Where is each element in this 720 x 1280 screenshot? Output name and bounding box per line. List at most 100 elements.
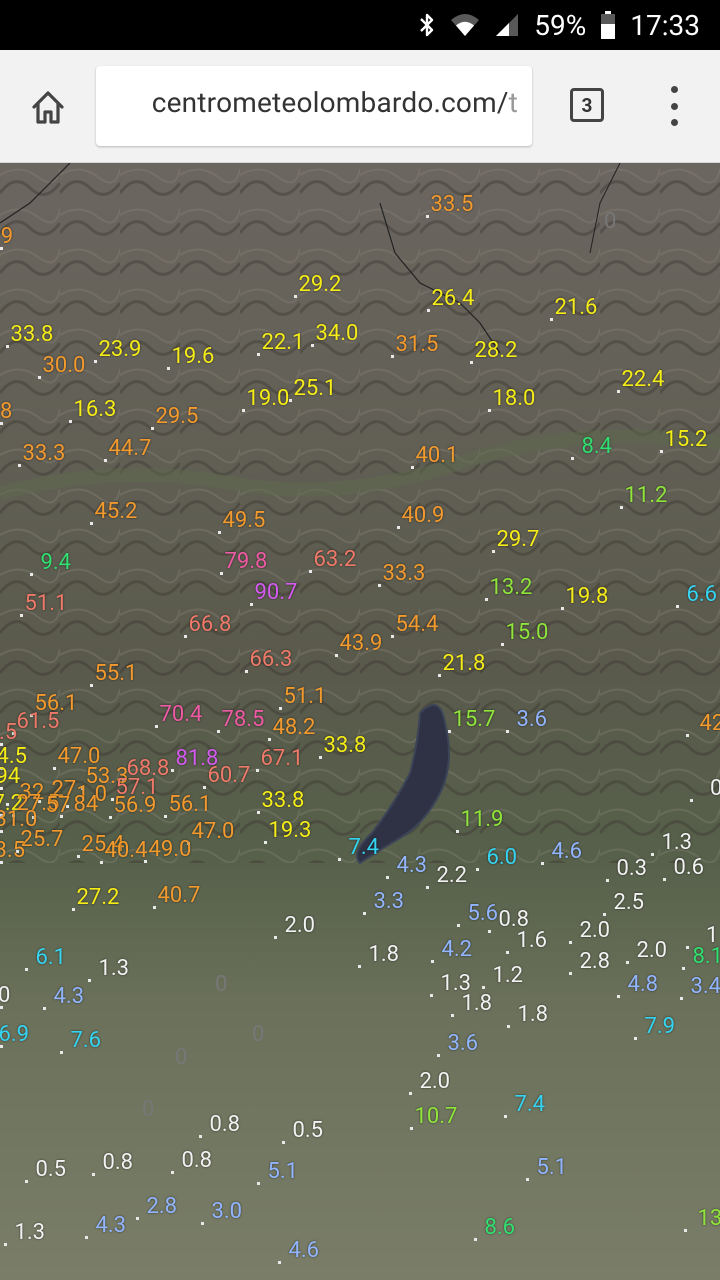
station-value[interactable]: 7.4 bbox=[515, 1094, 546, 1116]
station-marker[interactable] bbox=[294, 295, 297, 298]
station-value[interactable]: 3.4 bbox=[691, 976, 720, 998]
station-marker[interactable] bbox=[153, 906, 156, 909]
station-value[interactable]: 3.5 bbox=[0, 840, 25, 862]
station-marker[interactable] bbox=[279, 707, 282, 710]
station-marker[interactable] bbox=[411, 466, 414, 469]
station-marker[interactable] bbox=[264, 841, 267, 844]
station-marker[interactable] bbox=[6, 345, 9, 348]
station-value[interactable]: 63.2 bbox=[314, 549, 357, 571]
station-value[interactable]: 29.2 bbox=[299, 274, 342, 296]
station-marker[interactable] bbox=[77, 855, 80, 858]
station-value[interactable]: 79.8 bbox=[225, 551, 268, 573]
station-value[interactable]: 4.3 bbox=[54, 986, 85, 1008]
station-value[interactable]: 30.0 bbox=[43, 355, 86, 377]
station-marker[interactable] bbox=[474, 1238, 477, 1241]
station-value[interactable]: 2.8 bbox=[147, 1196, 178, 1218]
station-marker[interactable] bbox=[38, 376, 41, 379]
station-marker[interactable] bbox=[338, 858, 341, 861]
station-marker[interactable] bbox=[651, 853, 654, 856]
station-marker[interactable] bbox=[506, 951, 509, 954]
station-marker[interactable] bbox=[451, 1014, 454, 1017]
station-value[interactable]: 0.8 bbox=[182, 1150, 213, 1172]
station-value[interactable]: 28.2 bbox=[475, 340, 518, 362]
station-value[interactable]: 25.7 bbox=[21, 829, 64, 851]
station-value[interactable]: 33.8 bbox=[262, 790, 305, 812]
station-zero[interactable]: 0 bbox=[142, 1099, 154, 1121]
station-marker[interactable] bbox=[85, 1236, 88, 1239]
station-marker[interactable] bbox=[311, 344, 314, 347]
station-value[interactable]: 6.6 bbox=[687, 584, 718, 606]
station-value[interactable]: 2.8 bbox=[580, 951, 611, 973]
station-value[interactable]: 42 bbox=[700, 713, 720, 735]
station-marker[interactable] bbox=[60, 815, 63, 818]
station-marker[interactable] bbox=[278, 1261, 281, 1264]
station-value[interactable]: 49.5 bbox=[223, 510, 266, 532]
station-marker[interactable] bbox=[90, 684, 93, 687]
station-marker[interactable] bbox=[151, 427, 154, 430]
station-marker[interactable] bbox=[199, 1135, 202, 1138]
station-value[interactable]: 1.3 bbox=[99, 958, 130, 980]
station-marker[interactable] bbox=[541, 862, 544, 865]
station-marker[interactable] bbox=[626, 961, 629, 964]
station-marker[interactable] bbox=[309, 570, 312, 573]
station-value[interactable]: 51.1 bbox=[25, 593, 68, 615]
station-marker[interactable] bbox=[507, 1025, 510, 1028]
station-marker[interactable] bbox=[256, 769, 259, 772]
station-marker[interactable] bbox=[437, 1054, 440, 1057]
station-value[interactable]: 0 bbox=[710, 778, 720, 800]
station-value[interactable]: 13 bbox=[698, 1208, 720, 1230]
station-value[interactable]: 1.8 bbox=[518, 1004, 549, 1026]
rainfall-map[interactable]: 33.5 0 .9 29.2 26.4 21.6 33.8 34.0 22.1 31.5 28.2 2… bbox=[0, 163, 720, 1280]
station-marker[interactable] bbox=[201, 1222, 204, 1225]
station-zero[interactable]: 0 bbox=[175, 1047, 187, 1069]
station-value[interactable]: 4.6 bbox=[552, 841, 583, 863]
station-marker[interactable] bbox=[571, 457, 574, 460]
station-marker[interactable] bbox=[43, 1007, 46, 1010]
station-marker[interactable] bbox=[488, 409, 491, 412]
station-value[interactable]: 2.0 bbox=[420, 1071, 451, 1093]
station-value[interactable]: 7.6 bbox=[71, 1030, 102, 1052]
station-value[interactable]: 4.3 bbox=[397, 855, 428, 877]
station-value[interactable]: 0.8 bbox=[103, 1152, 134, 1174]
station-value[interactable]: 3.6 bbox=[448, 1033, 479, 1055]
station-value[interactable]: 66.3 bbox=[250, 649, 293, 671]
station-value[interactable]: 44.7 bbox=[109, 438, 152, 460]
station-marker[interactable] bbox=[164, 815, 167, 818]
station-marker[interactable] bbox=[4, 1243, 7, 1246]
station-marker[interactable] bbox=[504, 1115, 507, 1118]
station-marker[interactable] bbox=[470, 361, 473, 364]
station-marker[interactable] bbox=[426, 886, 429, 889]
station-marker[interactable] bbox=[257, 811, 260, 814]
station-marker[interactable] bbox=[257, 1182, 260, 1185]
station-value[interactable]: 57 bbox=[46, 795, 71, 817]
station-value[interactable]: 19.3 bbox=[269, 820, 312, 842]
station-value[interactable]: 6.1 bbox=[36, 947, 67, 969]
station-value[interactable]: 56.9 bbox=[114, 795, 157, 817]
station-zero[interactable]: 0 bbox=[215, 974, 227, 996]
station-value[interactable]: 1.6 bbox=[517, 930, 548, 952]
station-marker[interactable] bbox=[391, 355, 394, 358]
station-value[interactable]: 43.9 bbox=[340, 633, 383, 655]
station-marker[interactable] bbox=[274, 936, 277, 939]
more-vert-icon[interactable] bbox=[664, 86, 684, 126]
station-value[interactable]: 10.7 bbox=[415, 1106, 458, 1128]
station-value[interactable]: 19.6 bbox=[172, 346, 215, 368]
station-value[interactable]: 3.0 bbox=[212, 1201, 243, 1223]
station-value[interactable]: 1.8 bbox=[369, 944, 400, 966]
station-marker[interactable] bbox=[501, 643, 504, 646]
station-marker[interactable] bbox=[282, 1141, 285, 1144]
station-marker[interactable] bbox=[431, 960, 434, 963]
station-value[interactable]: 94 bbox=[0, 766, 20, 788]
station-value[interactable]: 0 bbox=[0, 985, 10, 1007]
station-marker[interactable] bbox=[245, 670, 248, 673]
station-marker[interactable] bbox=[69, 420, 72, 423]
station-value[interactable]: 90.7 bbox=[255, 582, 298, 604]
station-value[interactable]: 19.0 bbox=[247, 388, 290, 410]
station-value[interactable]: 78.5 bbox=[222, 709, 265, 731]
station-value[interactable]: 22.4 bbox=[622, 369, 665, 391]
station-value[interactable]: 40.1 bbox=[416, 445, 459, 467]
station-marker[interactable] bbox=[391, 635, 394, 638]
station-value[interactable]: 33.8 bbox=[324, 735, 367, 757]
station-marker[interactable] bbox=[663, 878, 666, 881]
station-value[interactable]: 47.0 bbox=[192, 821, 235, 843]
